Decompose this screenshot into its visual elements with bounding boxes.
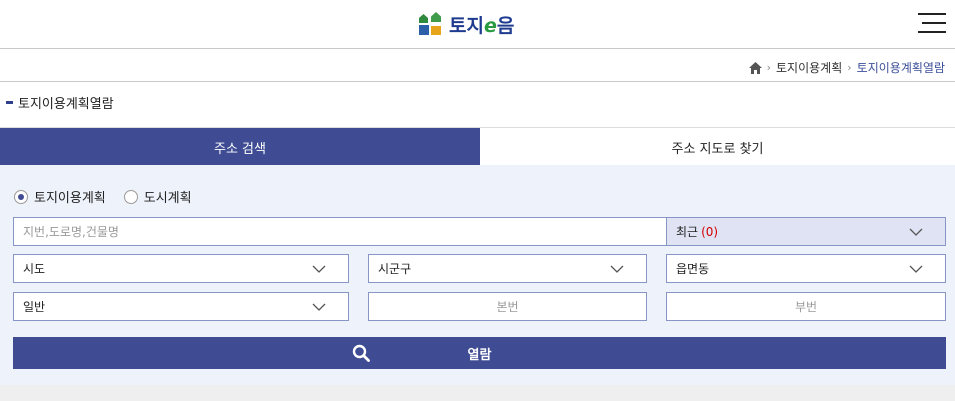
address-search-input[interactable]: 지번,도로명,건물명 [13,217,667,246]
radio-unchecked-icon[interactable] [123,189,138,204]
view-button-label: 열람 [467,347,492,363]
land-type-select[interactable]: 일반 [13,292,349,321]
breadcrumb-bar: › 토지이용계획 › 토지이용계획열람 [0,49,955,82]
chevron-down-icon [610,265,624,273]
radio-urban-plan[interactable]: 도시계획 [123,187,192,206]
sido-value: 시도 [23,262,46,276]
search-panel: 토지이용계획 도시계획 지번,도로명,건물명 최근 (0) 시도 시군구 읍면동… [0,165,955,385]
search-tabs: 주소 검색 주소 지도로 찾기 [0,127,955,166]
footer-strip [0,385,955,401]
logo-mark-icon [419,12,441,36]
logo-text: 토지e음 [449,14,515,37]
breadcrumb-separator: › [766,61,772,74]
tab-map-search[interactable]: 주소 지도로 찾기 [480,128,955,166]
title-marker-icon [6,101,13,104]
home-icon[interactable] [748,61,762,74]
chevron-down-icon [312,265,326,273]
breadcrumb-separator: › [847,61,852,74]
plan-type-radios: 토지이용계획 도시계획 [14,187,210,206]
page-title-text: 토지이용계획열람 [18,97,114,112]
sido-select[interactable]: 시도 [13,254,349,283]
site-logo[interactable]: 토지e음 [419,11,514,37]
radio-checked-icon[interactable] [14,189,28,204]
site-header: 토지e음 [0,0,955,49]
eupmyeondong-select[interactable]: 읍면동 [666,254,946,283]
bubeon-input[interactable]: 부번 [666,292,946,321]
view-button[interactable]: 열람 [13,337,946,369]
page-title: 토지이용계획열람 [6,93,114,112]
breadcrumb-current: 토지이용계획열람 [856,61,945,75]
radio-label: 도시계획 [143,191,192,206]
bonbeon-input[interactable]: 본번 [368,292,647,321]
sigungu-value: 시군구 [378,262,412,276]
chevron-down-icon [312,303,326,311]
eupmyeondong-value: 읍면동 [676,262,710,276]
chevron-down-icon [909,228,923,236]
radio-label: 토지이용계획 [34,191,106,206]
recent-count: (0) [701,224,719,239]
tab-address-search[interactable]: 주소 검색 [0,128,480,166]
breadcrumb-item[interactable]: 토지이용계획 [776,59,842,76]
recent-label: 최근 [676,225,699,239]
hamburger-icon[interactable] [918,12,946,34]
chevron-down-icon [909,265,923,273]
search-icon [352,344,370,362]
breadcrumb: › 토지이용계획 › 토지이용계획열람 [748,59,945,76]
recent-search-dropdown[interactable]: 최근 (0) [666,217,946,246]
land-type-value: 일반 [23,300,46,314]
sigungu-select[interactable]: 시군구 [368,254,647,283]
radio-land-use-plan[interactable]: 토지이용계획 [14,187,106,206]
